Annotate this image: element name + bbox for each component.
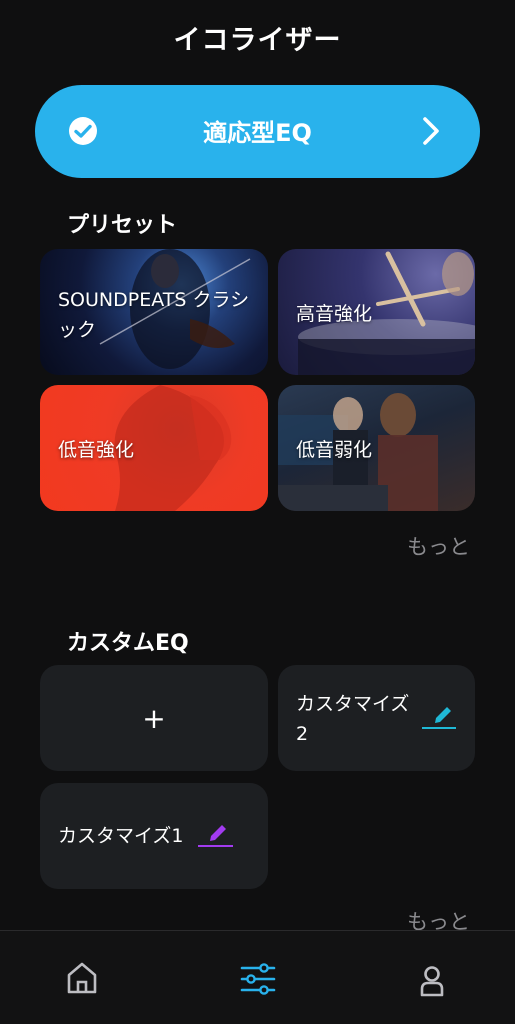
adaptive-eq-label: 適応型EQ <box>203 119 312 147</box>
profile-icon[interactable] <box>420 965 444 1001</box>
custom-eq-label: カスタマイズ1 <box>58 825 184 847</box>
preset-card-bass-reduce[interactable]: 低音弱化 <box>278 385 475 511</box>
page-title: イコライザー <box>173 25 342 56</box>
preset-label: SOUNDPEATS クラシック <box>58 289 250 341</box>
preset-label: 低音強化 <box>58 439 135 461</box>
preset-card-classic[interactable]: SOUNDPEATS クラシック <box>40 249 268 375</box>
preset-card-treble[interactable]: 高音強化 <box>278 249 475 375</box>
bottom-navigation <box>0 930 515 1024</box>
edit-icon[interactable] <box>421 705 457 735</box>
custom-eq-title: カスタムEQ <box>67 631 189 656</box>
home-icon[interactable] <box>66 961 98 999</box>
plus-icon: + <box>142 701 166 735</box>
custom-eq-card-2[interactable]: カスタマイズ2 <box>278 665 475 771</box>
preset-card-bass-boost[interactable]: 低音強化 <box>40 385 268 511</box>
add-custom-eq-button[interactable]: + <box>40 665 268 771</box>
custom-eq-label: カスタマイズ2 <box>296 693 410 745</box>
adaptive-eq-button[interactable]: 適応型EQ <box>35 85 480 178</box>
presets-more-link[interactable]: もっと <box>407 531 470 561</box>
edit-icon[interactable] <box>198 823 234 853</box>
preset-label: 低音弱化 <box>296 439 373 461</box>
custom-eq-card-1[interactable]: カスタマイズ1 <box>40 783 268 889</box>
equalizer-icon[interactable] <box>240 963 276 999</box>
presets-title: プリセット <box>67 213 178 238</box>
preset-label: 高音強化 <box>296 303 373 325</box>
chevron-right-icon <box>420 115 442 151</box>
